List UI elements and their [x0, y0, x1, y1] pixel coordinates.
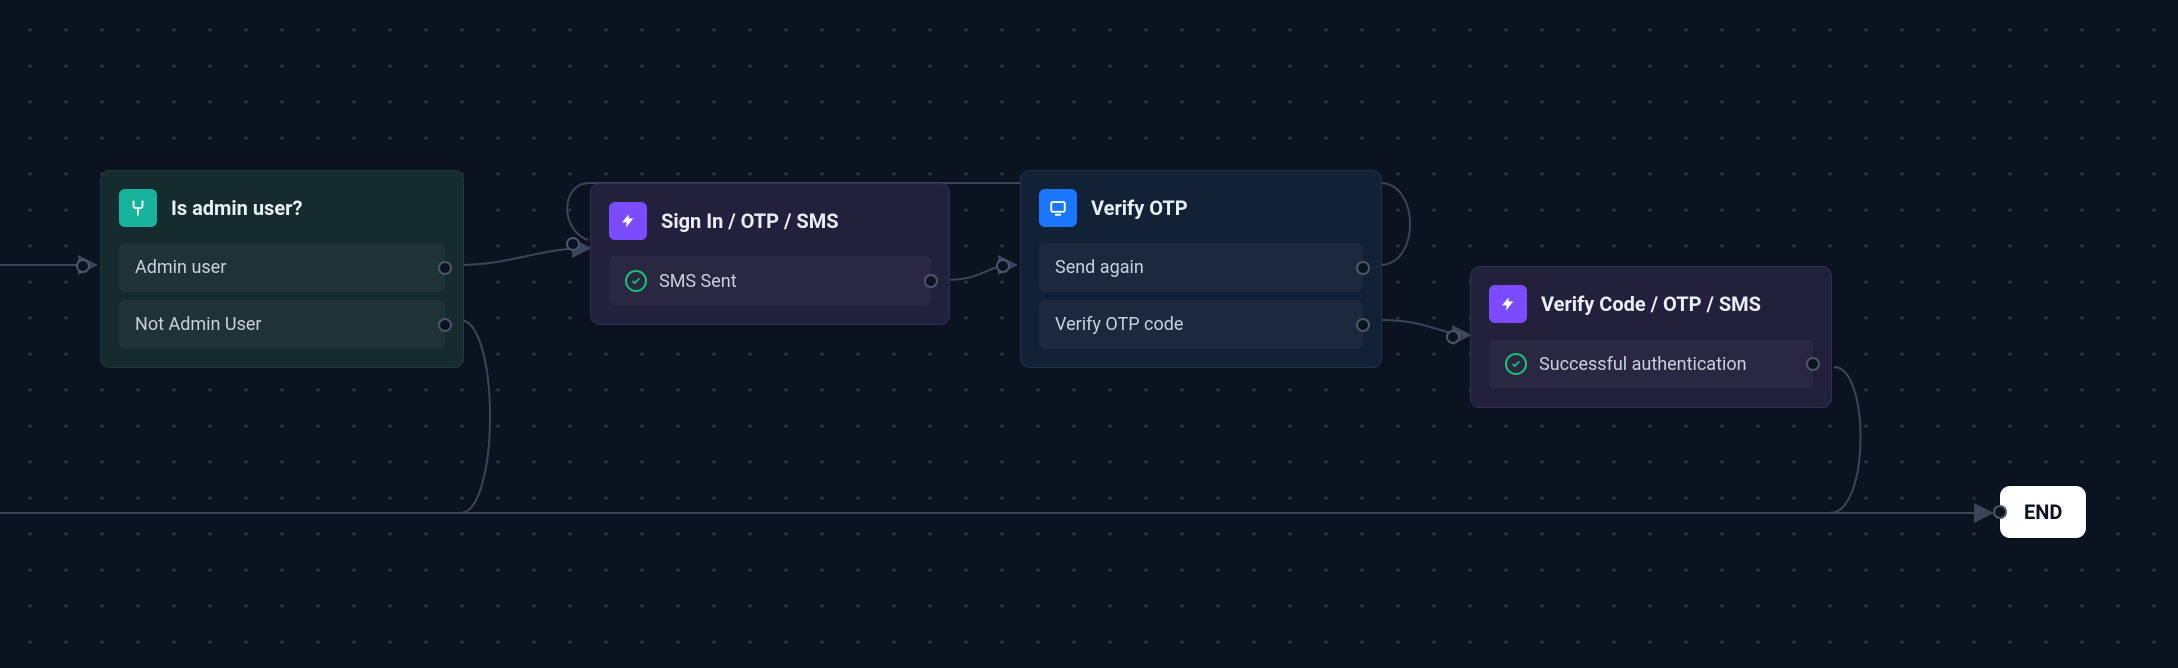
port-out[interactable]	[1356, 261, 1370, 275]
port-out[interactable]	[438, 261, 452, 275]
row-sms-sent[interactable]: SMS Sent	[609, 256, 931, 306]
port-in[interactable]	[1446, 330, 1460, 344]
port-out[interactable]	[1806, 357, 1820, 371]
row-label: Verify OTP code	[1055, 314, 1183, 335]
row-label: SMS Sent	[659, 271, 737, 292]
node-title: Is admin user?	[171, 196, 302, 220]
lightning-icon	[1489, 285, 1527, 323]
node-title: Sign In / OTP / SMS	[661, 209, 839, 233]
row-label: Not Admin User	[135, 314, 262, 335]
end-label: END	[2024, 500, 2062, 524]
node-verify-otp[interactable]: Verify OTP Send again Verify OTP code	[1020, 170, 1382, 368]
node-header: Verify OTP	[1039, 189, 1363, 227]
port-out[interactable]	[438, 318, 452, 332]
port-out[interactable]	[1356, 318, 1370, 332]
node-is-admin[interactable]: Is admin user? Admin user Not Admin User	[100, 170, 464, 368]
screen-icon	[1039, 189, 1077, 227]
node-header: Verify Code / OTP / SMS	[1489, 285, 1813, 323]
check-icon	[1505, 353, 1527, 375]
row-send-again[interactable]: Send again	[1039, 243, 1363, 292]
branch-icon	[119, 189, 157, 227]
row-not-admin[interactable]: Not Admin User	[119, 300, 445, 349]
row-success-auth[interactable]: Successful authentication	[1489, 339, 1813, 389]
node-header: Sign In / OTP / SMS	[609, 202, 931, 240]
check-icon	[625, 270, 647, 292]
node-sign-in[interactable]: Sign In / OTP / SMS SMS Sent	[590, 183, 950, 325]
node-title: Verify OTP	[1091, 196, 1188, 220]
port-in[interactable]	[76, 259, 90, 273]
node-verify-code[interactable]: Verify Code / OTP / SMS Successful authe…	[1470, 266, 1832, 408]
port-in[interactable]	[1993, 505, 2007, 519]
port-in[interactable]	[996, 259, 1010, 273]
row-admin-user[interactable]: Admin user	[119, 243, 445, 292]
node-header: Is admin user?	[119, 189, 445, 227]
node-title: Verify Code / OTP / SMS	[1541, 292, 1761, 316]
port-in[interactable]	[566, 237, 580, 251]
flow-canvas[interactable]: Is admin user? Admin user Not Admin User…	[0, 0, 2178, 668]
row-label: Send again	[1055, 257, 1144, 278]
row-verify-code[interactable]: Verify OTP code	[1039, 300, 1363, 349]
row-label: Admin user	[135, 257, 226, 278]
row-label: Successful authentication	[1539, 354, 1747, 375]
port-out[interactable]	[924, 274, 938, 288]
end-node[interactable]: END	[2000, 486, 2086, 538]
lightning-icon	[609, 202, 647, 240]
